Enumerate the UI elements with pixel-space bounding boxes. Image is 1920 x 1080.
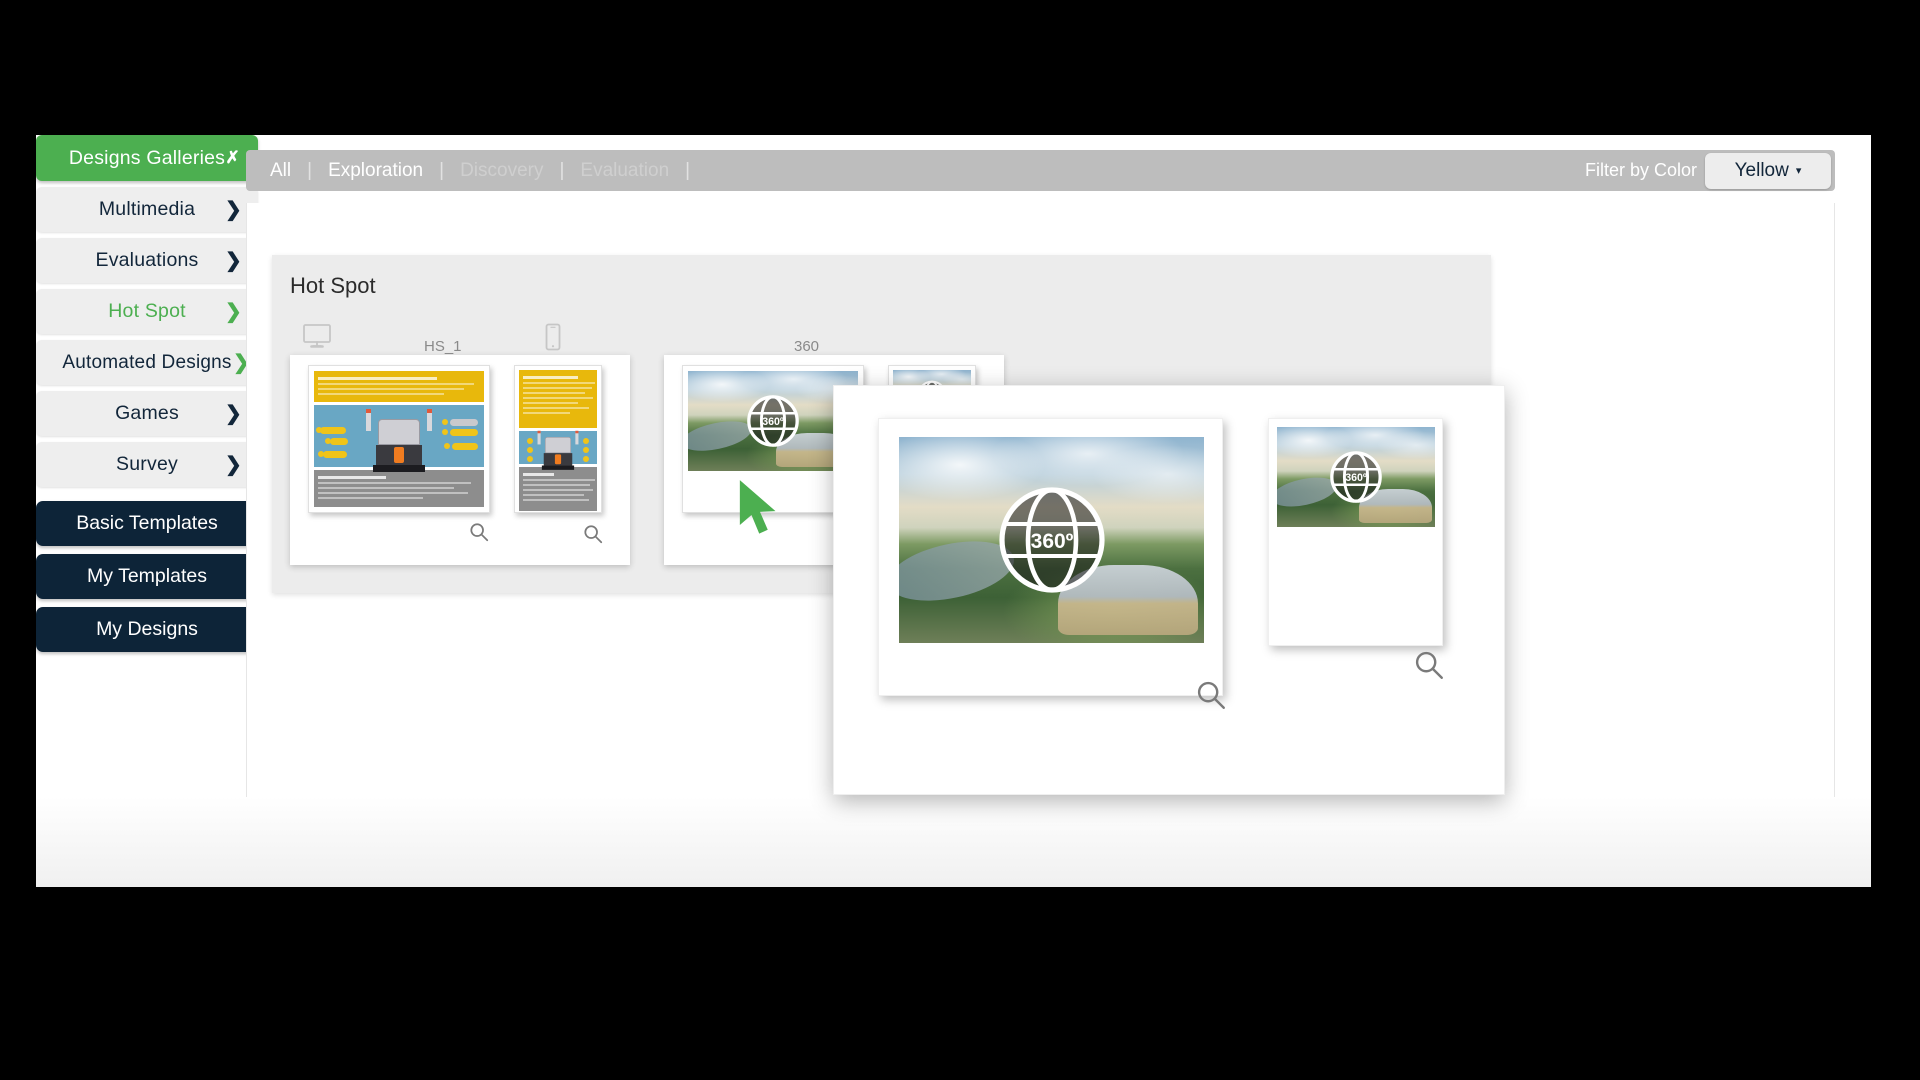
sidebar-divider <box>36 493 258 501</box>
chevron-right-icon: ❯ <box>225 251 242 271</box>
sidebar: Designs Galleries ✗ Multimedia ❯ Evaluat… <box>36 135 258 660</box>
tab-all[interactable]: All <box>268 160 293 182</box>
tab-separator: | <box>559 160 564 182</box>
magnifier-icon[interactable] <box>1412 648 1446 682</box>
hs1-mobile-preview[interactable] <box>514 365 602 513</box>
slide-header-block <box>519 370 597 428</box>
top-filter-bar: All | Exploration | Discovery | Evaluati… <box>246 150 1835 191</box>
sidebar-item-multimedia[interactable]: Multimedia ❯ <box>36 187 258 232</box>
tab-exploration[interactable]: Exploration <box>326 160 425 182</box>
sidebar-item-label: Automated Designs <box>62 352 231 374</box>
globe-360-icon: 360º <box>992 480 1112 600</box>
preview-popup-panel[interactable]: 360º 360º <box>833 385 1505 795</box>
sidebar-item-games[interactable]: Games ❯ <box>36 391 258 436</box>
globe-360-icon: 360º <box>744 392 802 450</box>
sidebar-item-label: Hot Spot <box>108 300 185 323</box>
popup-desktop-preview[interactable]: 360º <box>878 418 1223 696</box>
chevron-down-icon: ▾ <box>1796 164 1802 177</box>
tab-evaluation[interactable]: Evaluation <box>578 160 671 182</box>
mobile-phone-icon <box>545 323 561 356</box>
my-designs-button[interactable]: My Designs <box>36 607 258 652</box>
basic-templates-button[interactable]: Basic Templates <box>36 501 258 546</box>
card-name-360: 360 <box>794 338 819 355</box>
chevron-down-icon: ✗ <box>226 148 240 168</box>
svg-text:360º: 360º <box>762 416 784 428</box>
globe-360-icon: 360º <box>1327 448 1385 506</box>
card-name-hs1: HS_1 <box>424 338 462 355</box>
slide-image-block <box>314 405 484 467</box>
template-card-hs1[interactable] <box>290 355 630 565</box>
chevron-right-icon: ❯ <box>225 455 242 475</box>
filter-by-color-group: Filter by Color Yellow ▾ <box>1585 153 1835 189</box>
sidebar-item-survey[interactable]: Survey ❯ <box>36 442 258 487</box>
svg-text:360º: 360º <box>1030 530 1073 553</box>
tab-separator: | <box>439 160 444 182</box>
chevron-right-icon: ❯ <box>225 404 242 424</box>
sidebar-item-evaluations[interactable]: Evaluations ❯ <box>36 238 258 283</box>
page-title: Hot Spot <box>290 273 376 299</box>
sidebar-primary-label: Designs Galleries <box>69 147 225 170</box>
arrow-pointer-icon <box>735 477 785 539</box>
desktop-monitor-icon <box>302 323 332 354</box>
slide-image-block <box>519 431 597 464</box>
chevron-right-icon: ❯ <box>225 302 242 322</box>
chevron-right-icon: ❯ <box>225 200 242 220</box>
sidebar-primary-designs-galleries[interactable]: Designs Galleries ✗ <box>36 135 258 181</box>
color-filter-value: Yellow <box>1735 160 1789 182</box>
tab-separator: | <box>685 160 690 182</box>
filter-by-color-label: Filter by Color <box>1585 160 1697 181</box>
sidebar-item-label: Games <box>115 402 179 425</box>
tab-list: All | Exploration | Discovery | Evaluati… <box>246 160 704 182</box>
sidebar-item-label: Evaluations <box>95 249 198 272</box>
hs1-desktop-preview[interactable] <box>308 365 490 513</box>
color-filter-dropdown[interactable]: Yellow ▾ <box>1705 153 1831 189</box>
magnifier-icon[interactable] <box>468 521 490 543</box>
slide-footer-block <box>314 470 484 507</box>
sidebar-item-hot-spot[interactable]: Hot Spot ❯ <box>36 289 258 334</box>
tab-discovery[interactable]: Discovery <box>458 160 545 182</box>
sidebar-item-automated-designs[interactable]: Automated Designs ❯ <box>36 340 258 385</box>
photo-360-large: 360º <box>899 437 1204 643</box>
tab-separator: | <box>307 160 312 182</box>
my-templates-button[interactable]: My Templates <box>36 554 258 599</box>
sidebar-item-label: Survey <box>116 453 178 476</box>
popup-mobile-preview[interactable]: 360º <box>1268 418 1443 646</box>
magnifier-icon[interactable] <box>582 523 604 545</box>
slide-header-block <box>314 371 484 402</box>
slide-footer-block <box>519 467 597 511</box>
svg-text:360º: 360º <box>1345 472 1367 484</box>
photo-360-mobile-large: 360º <box>1277 427 1435 527</box>
magnifier-icon[interactable] <box>1194 678 1228 712</box>
sidebar-item-label: Multimedia <box>99 198 195 221</box>
